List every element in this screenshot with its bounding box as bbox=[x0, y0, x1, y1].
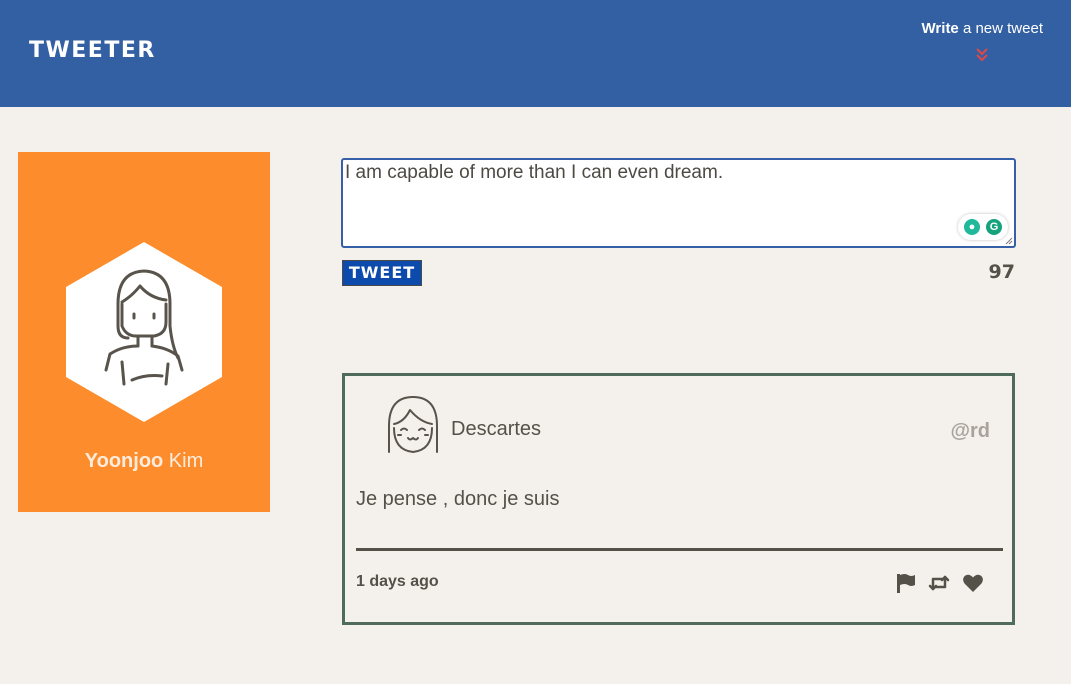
tweet-compose-box: I am capable of more than I can even dre… bbox=[341, 158, 1016, 248]
tweet-author-handle: @rd bbox=[950, 420, 990, 442]
lightbulb-icon[interactable]: ● bbox=[964, 219, 980, 235]
tweet-divider bbox=[356, 548, 1003, 551]
flag-icon[interactable] bbox=[894, 572, 916, 594]
new-tweet-label: a new tweet bbox=[958, 20, 1043, 37]
author-avatar bbox=[388, 396, 438, 453]
retweet-icon[interactable] bbox=[928, 572, 950, 594]
grammarly-widget[interactable]: ● G bbox=[958, 214, 1008, 240]
tweet-content: Je pense , donc je suis bbox=[356, 488, 560, 510]
tweet-submit-button[interactable]: TWEET bbox=[342, 260, 422, 286]
tweet-author-name: Descartes bbox=[451, 418, 542, 440]
profile-name: Yoonjoo Kim bbox=[18, 450, 270, 473]
profile-first-name: Yoonjoo bbox=[84, 450, 164, 472]
write-new-tweet-toggle[interactable]: Write a new tweet bbox=[922, 20, 1043, 63]
double-chevron-down-icon[interactable] bbox=[974, 47, 990, 63]
brand-logo: TWEETER bbox=[29, 38, 156, 63]
character-counter: 97 bbox=[988, 261, 1015, 283]
top-navbar: TWEETER Write a new tweet bbox=[0, 0, 1071, 107]
tweet-timestamp: 1 days ago bbox=[356, 573, 439, 590]
write-bold-label: Write bbox=[921, 20, 959, 37]
profile-last-name: Kim bbox=[163, 450, 204, 472]
heart-icon[interactable] bbox=[962, 572, 984, 594]
write-new-tweet-label: Write a new tweet bbox=[922, 20, 1043, 37]
tweet-actions bbox=[894, 572, 984, 594]
grammarly-icon[interactable]: G bbox=[986, 219, 1002, 235]
profile-avatar bbox=[66, 242, 222, 422]
tweet-textarea[interactable]: I am capable of more than I can even dre… bbox=[343, 160, 1014, 246]
profile-card: Yoonjoo Kim bbox=[18, 152, 270, 512]
resize-handle-icon[interactable] bbox=[1005, 237, 1013, 245]
tweet-card: Descartes @rd Je pense , donc je suis 1 … bbox=[342, 373, 1015, 625]
